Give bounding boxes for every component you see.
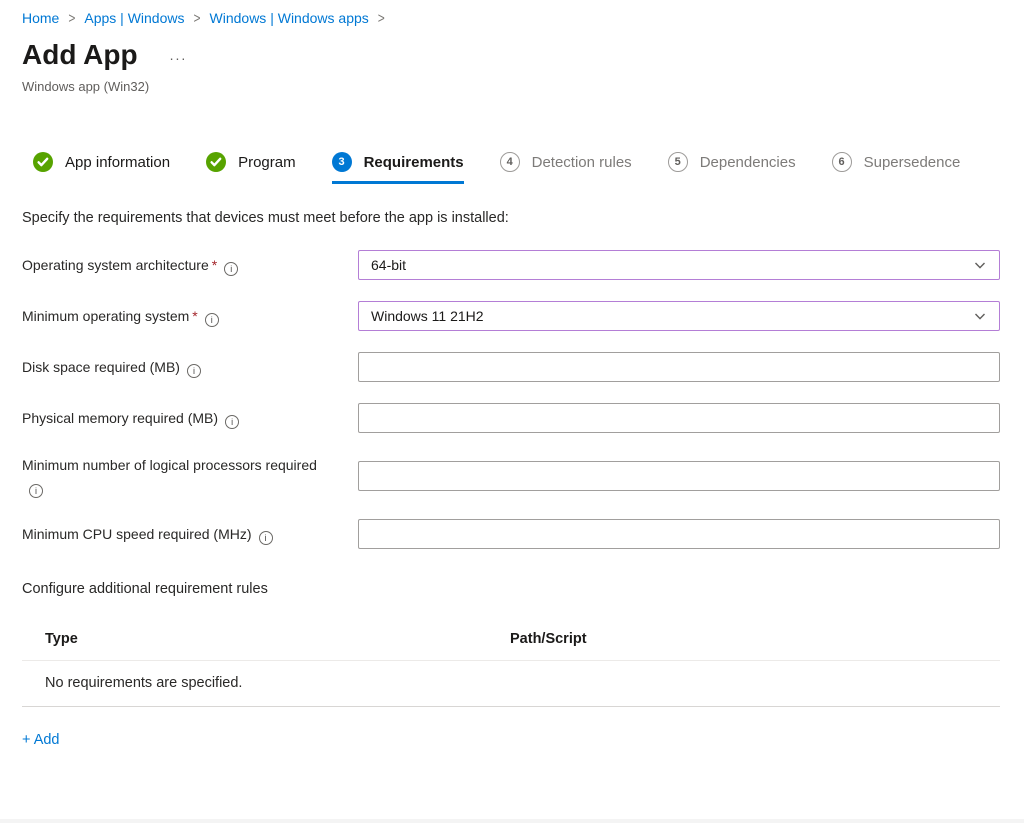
field-label: Physical memory required (MB) i xyxy=(22,407,358,429)
add-app-page: Home > Apps | Windows > Windows | Window… xyxy=(0,0,1024,749)
minimum-os-select[interactable]: Windows 11 21H2 xyxy=(358,301,1000,331)
field-label-text: Minimum CPU speed required (MHz) xyxy=(22,526,252,542)
form-row-logical-processors: Minimum number of logical processors req… xyxy=(22,454,1000,498)
info-icon[interactable]: i xyxy=(259,531,273,545)
breadcrumb: Home > Apps | Windows > Windows | Window… xyxy=(22,10,1000,26)
more-options-icon[interactable]: ... xyxy=(170,48,188,62)
title-row: Add App ... xyxy=(22,39,1000,71)
cpu-speed-input[interactable] xyxy=(358,519,1000,549)
physical-memory-input[interactable] xyxy=(358,403,1000,433)
step-label: Supersedence xyxy=(864,154,961,171)
field-label: Minimum number of logical processors req… xyxy=(22,454,358,498)
field-label: Minimum operating system* i xyxy=(22,305,358,327)
form-row-cpu-speed: Minimum CPU speed required (MHz) i xyxy=(22,519,1000,549)
step-app-information[interactable]: App information xyxy=(33,152,170,184)
step-label: Requirements xyxy=(364,154,464,171)
column-header-path-script: Path/Script xyxy=(510,631,1000,647)
intro-text: Specify the requirements that devices mu… xyxy=(22,210,1000,226)
field-label-text: Disk space required (MB) xyxy=(22,359,180,375)
step-number-badge: 4 xyxy=(500,152,520,172)
step-number-badge: 5 xyxy=(668,152,688,172)
breadcrumb-link-home[interactable]: Home xyxy=(22,10,59,26)
step-program[interactable]: Program xyxy=(206,152,296,184)
step-label: Dependencies xyxy=(700,154,796,171)
required-marker: * xyxy=(192,308,197,324)
form-row-minimum-os: Minimum operating system* i Windows 11 21… xyxy=(22,301,1000,331)
field-label-text: Minimum number of logical processors req… xyxy=(22,457,317,473)
chevron-down-icon xyxy=(973,258,987,272)
form-row-disk-space: Disk space required (MB) i xyxy=(22,352,1000,382)
selected-value: Windows 11 21H2 xyxy=(371,308,484,324)
logical-processors-input[interactable] xyxy=(358,461,1000,491)
breadcrumb-separator-icon: > xyxy=(378,9,385,27)
field-label: Minimum CPU speed required (MHz) i xyxy=(22,523,358,545)
info-icon[interactable]: i xyxy=(225,415,239,429)
page-subtitle: Windows app (Win32) xyxy=(22,79,1000,94)
info-icon[interactable]: i xyxy=(224,262,238,276)
step-number-badge: 6 xyxy=(832,152,852,172)
disk-space-input[interactable] xyxy=(358,352,1000,382)
breadcrumb-separator-icon: > xyxy=(194,9,201,27)
column-header-type: Type xyxy=(45,631,510,647)
chevron-down-icon xyxy=(973,309,987,323)
wizard-steps: App information Program 3 Requirements 4… xyxy=(33,152,1011,184)
form-row-physical-memory: Physical memory required (MB) i xyxy=(22,403,1000,433)
additional-rules-title: Configure additional requirement rules xyxy=(22,581,1000,597)
form-row-os-architecture: Operating system architecture* i 64-bit xyxy=(22,250,1000,280)
table-empty-message: No requirements are specified. xyxy=(22,661,1000,707)
field-label: Operating system architecture* i xyxy=(22,254,358,276)
bottom-edge-strip xyxy=(0,819,1024,823)
selected-value: 64-bit xyxy=(371,257,406,273)
info-icon[interactable]: i xyxy=(29,484,43,498)
requirement-rules-table: Type Path/Script No requirements are spe… xyxy=(22,623,1000,707)
step-requirements[interactable]: 3 Requirements xyxy=(332,152,464,184)
check-circle-icon xyxy=(206,152,226,172)
requirements-form: Operating system architecture*i 64-bit M… xyxy=(22,250,1000,549)
check-circle-icon xyxy=(33,152,53,172)
add-requirement-link[interactable]: + Add xyxy=(22,732,60,748)
os-architecture-select[interactable]: 64-bit xyxy=(358,250,1000,280)
step-label: Detection rules xyxy=(532,154,632,171)
field-label: Disk space required (MB) i xyxy=(22,356,358,378)
step-detection-rules[interactable]: 4 Detection rules xyxy=(500,152,632,184)
info-icon[interactable]: i xyxy=(187,364,201,378)
table-header-row: Type Path/Script xyxy=(22,623,1000,661)
step-supersedence[interactable]: 6 Supersedence xyxy=(832,152,961,184)
info-icon[interactable]: i xyxy=(205,313,219,327)
breadcrumb-link-windows-apps[interactable]: Windows | Windows apps xyxy=(210,10,369,26)
field-label-text: Physical memory required (MB) xyxy=(22,410,218,426)
required-marker: * xyxy=(212,257,217,273)
step-label: App information xyxy=(65,154,170,171)
field-label-text: Minimum operating system xyxy=(22,308,189,324)
step-dependencies[interactable]: 5 Dependencies xyxy=(668,152,796,184)
breadcrumb-separator-icon: > xyxy=(68,9,75,27)
field-label-text: Operating system architecture xyxy=(22,257,209,273)
step-label: Program xyxy=(238,154,296,171)
breadcrumb-link-apps-windows[interactable]: Apps | Windows xyxy=(84,10,184,26)
page-title: Add App xyxy=(22,39,138,71)
step-number-badge: 3 xyxy=(332,152,352,172)
